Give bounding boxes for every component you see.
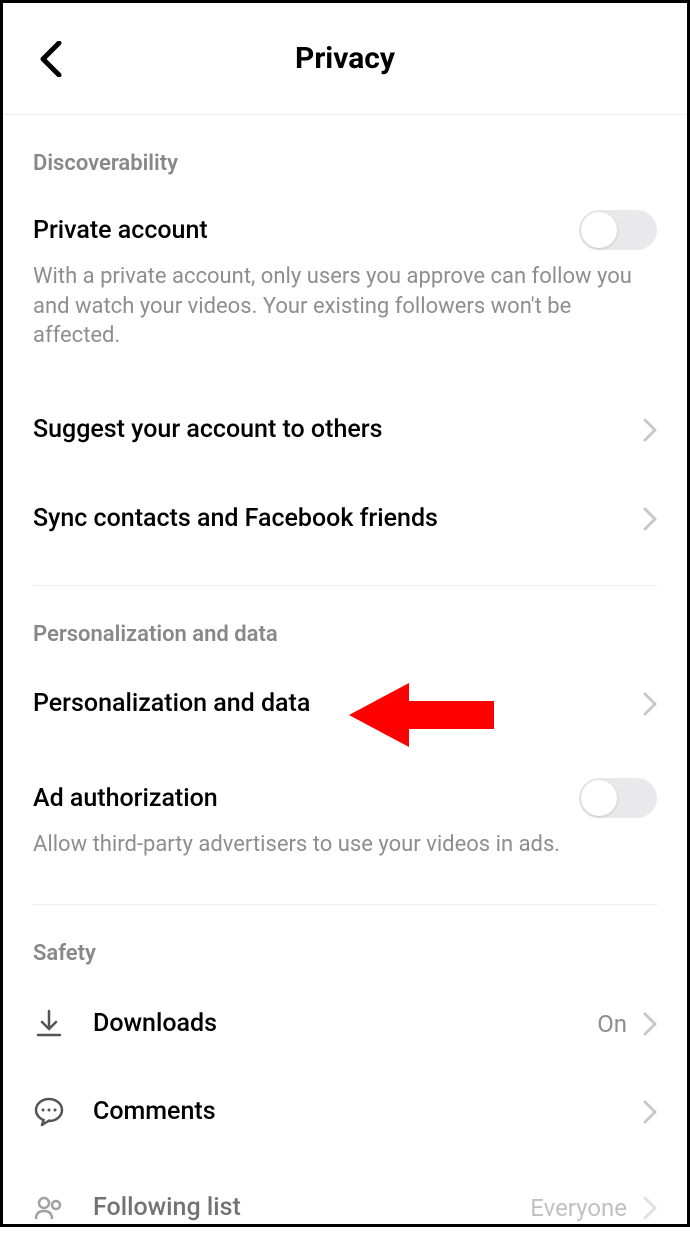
ad-authorization-row: Ad authorization Allow third-party adver… [3,742,687,888]
private-account-title: Private account [33,216,208,245]
chevron-right-icon [643,418,657,442]
comment-icon [34,1097,64,1127]
comments-row[interactable]: Comments [3,1064,687,1160]
section-header-personalization: Personalization and data [3,586,687,665]
chevron-right-icon [643,1012,657,1036]
private-account-toggle[interactable] [579,210,657,250]
private-account-row: Private account With a private account, … [3,194,687,379]
sync-contacts-title: Sync contacts and Facebook friends [33,504,438,533]
people-icon [34,1193,64,1223]
chevron-right-icon [643,1100,657,1124]
toggle-knob [581,780,617,816]
suggest-account-row[interactable]: Suggest your account to others [3,379,687,480]
downloads-row[interactable]: Downloads On [3,984,687,1064]
section-header-discoverability: Discoverability [3,115,687,194]
suggest-account-title: Suggest your account to others [33,415,382,444]
personalization-data-title: Personalization and data [33,689,310,718]
downloads-value: On [597,1010,627,1038]
downloads-title: Downloads [93,1009,217,1038]
download-icon [34,1009,64,1039]
section-header-safety: Safety [3,905,687,984]
following-list-value: Everyone [530,1194,627,1222]
ad-authorization-title: Ad authorization [33,784,218,813]
chevron-right-icon [643,1196,657,1220]
ad-authorization-description: Allow third-party advertisers to use you… [33,830,657,860]
following-list-row[interactable]: Following list Everyone [3,1160,687,1234]
private-account-description: With a private account, only users you a… [33,262,657,351]
toggle-knob [581,212,617,248]
following-list-title: Following list [93,1193,241,1222]
chevron-right-icon [643,507,657,531]
ad-authorization-toggle[interactable] [579,778,657,818]
chevron-right-icon [643,692,657,716]
chevron-left-icon [39,41,63,77]
comments-title: Comments [93,1097,216,1126]
page-title: Privacy [3,41,687,76]
sync-contacts-row[interactable]: Sync contacts and Facebook friends [3,480,687,569]
header: Privacy [3,3,687,115]
back-button[interactable] [27,35,75,83]
personalization-data-row[interactable]: Personalization and data [3,665,687,742]
content: Discoverability Private account With a p… [3,115,687,1234]
